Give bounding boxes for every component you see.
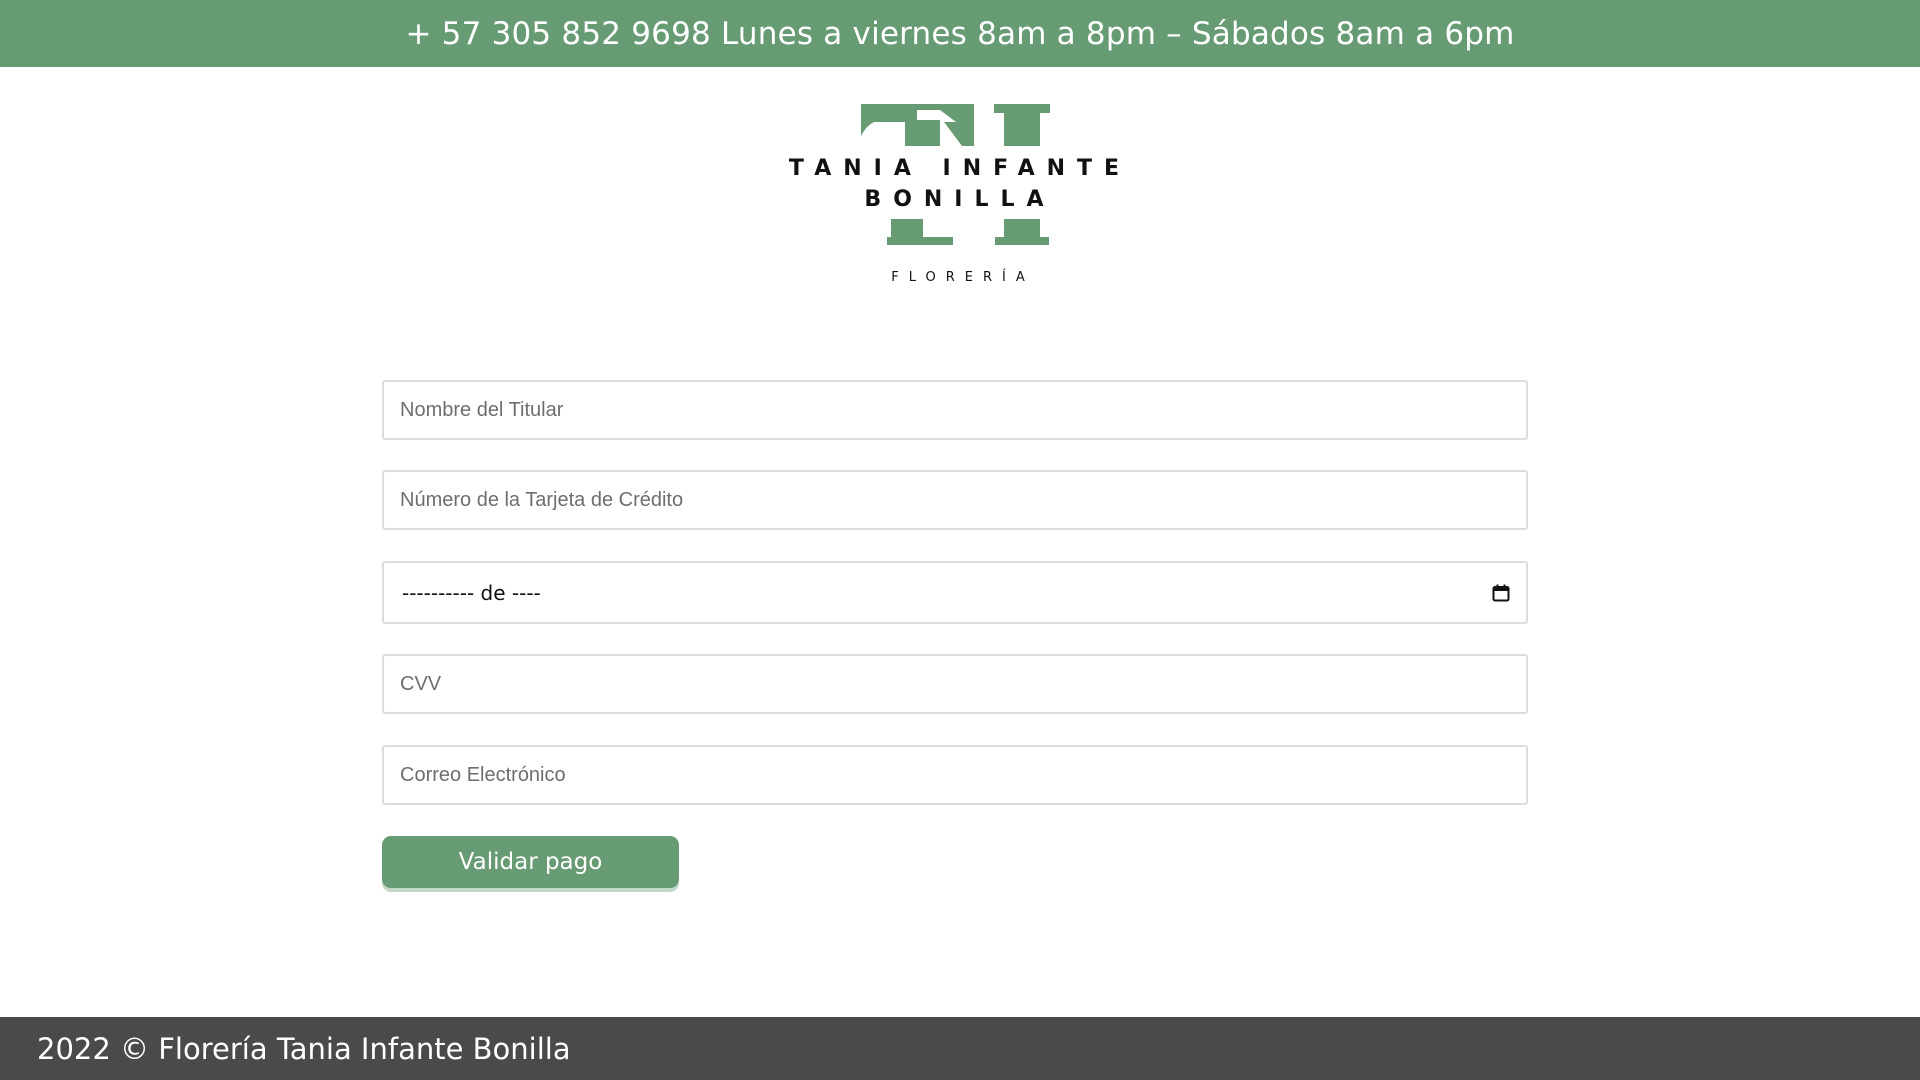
logo-bottom-right-post <box>1004 219 1040 237</box>
logo-line2: BONILLA <box>864 187 1055 212</box>
card-number-input[interactable] <box>382 470 1528 530</box>
logo-top-t-right-wing <box>944 122 974 146</box>
brand-logo: TANIA INFANTE BONILLA FLORERÍA <box>770 100 1150 290</box>
footer: 2022 © Florería Tania Infante Bonilla <box>0 1017 1920 1080</box>
logo-bottom-right-base <box>995 237 1049 245</box>
cvv-input[interactable] <box>382 654 1528 714</box>
top-contact-bar: + 57 305 852 9698 Lunes a viernes 8am a … <box>0 0 1920 67</box>
copyright-text: 2022 © Florería Tania Infante Bonilla <box>37 1031 571 1066</box>
logo-bottom-left-post <box>891 219 923 237</box>
expiry-value: ---------- de ---- <box>402 580 541 605</box>
logo-line1: TANIA INFANTE <box>789 156 1131 181</box>
logo-bottom-left-base <box>887 237 953 245</box>
email-input[interactable] <box>382 745 1528 805</box>
logo-top-i-stem <box>1004 113 1040 146</box>
validate-payment-button[interactable]: Validar pago <box>382 836 679 888</box>
logo-tagline: FLORERÍA <box>891 269 1035 285</box>
holder-name-input[interactable] <box>382 380 1528 440</box>
calendar-icon[interactable] <box>1492 584 1510 602</box>
expiry-month-input[interactable]: ---------- de ---- <box>382 561 1528 624</box>
contact-info-text: + 57 305 852 9698 Lunes a viernes 8am a … <box>405 15 1515 52</box>
logo-top-i-cap <box>994 104 1050 113</box>
logo-top-t-stem <box>906 120 940 146</box>
